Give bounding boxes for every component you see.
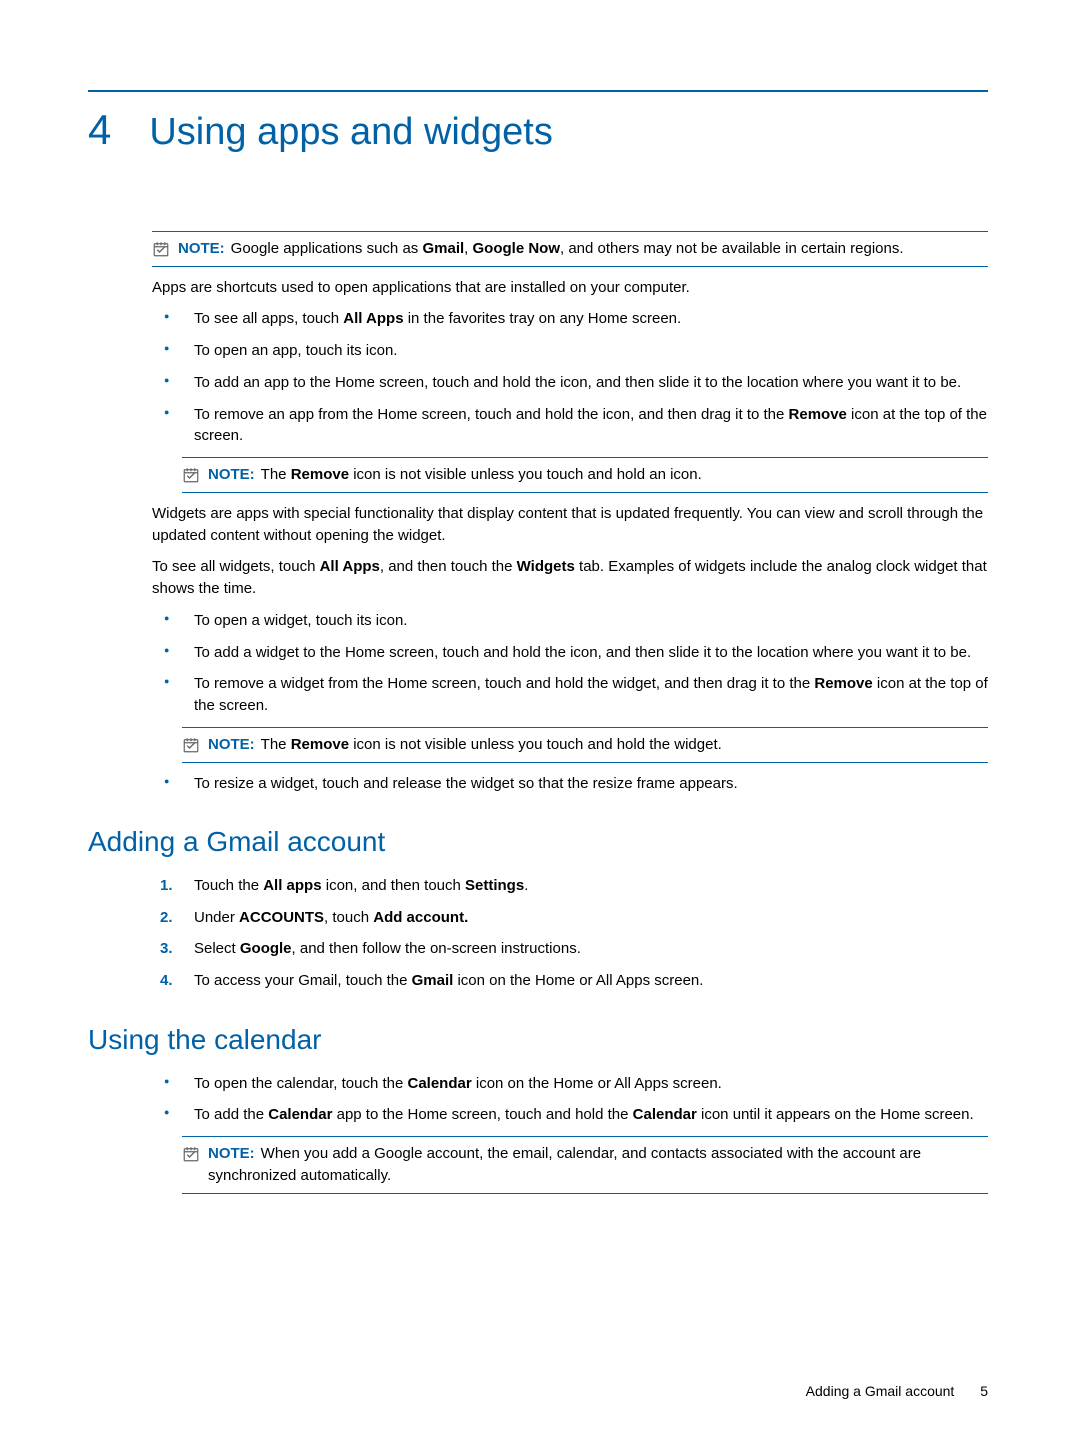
note-text: NOTE: The Remove icon is not visible unle… <box>208 464 988 486</box>
list-item: To open an app, touch its icon. <box>152 340 988 362</box>
para-widgets-intro: Widgets are apps with special functional… <box>152 503 988 547</box>
note-icon <box>152 240 170 258</box>
list-item: Under ACCOUNTS, touch Add account. <box>152 907 988 929</box>
list-item: To access your Gmail, touch the Gmail ic… <box>152 970 988 992</box>
chapter-number: 4 <box>88 100 111 161</box>
section-body-calendar: To open the calendar, touch the Calendar… <box>152 1073 988 1194</box>
footer: Adding a Gmail account 5 <box>806 1381 988 1401</box>
bullets-apps: To see all apps, touch All Apps in the f… <box>152 308 988 447</box>
list-item: To remove a widget from the Home screen,… <box>152 673 988 717</box>
list-item: To open a widget, touch its icon. <box>152 610 988 632</box>
note-icon <box>182 1145 200 1163</box>
note-body: The Remove icon is not visible unless yo… <box>261 466 702 483</box>
page: 4 Using apps and widgets NOTE: Google app… <box>0 0 1080 1437</box>
list-item: To add a widget to the Home screen, touc… <box>152 642 988 664</box>
bullets-widgets-b: To resize a widget, touch and release th… <box>152 773 988 795</box>
note-body: Google applications such as Gmail, Googl… <box>231 240 904 257</box>
footer-section: Adding a Gmail account <box>806 1383 955 1399</box>
section-title-gmail: Adding a Gmail account <box>88 822 988 863</box>
chapter-heading: 4 Using apps and widgets <box>88 100 988 161</box>
note-text: NOTE:When you add a Google account, the … <box>208 1143 988 1187</box>
section-body-gmail: Touch the All apps icon, and then touch … <box>152 875 988 992</box>
bullets-widgets-a: To open a widget, touch its icon. To add … <box>152 610 988 717</box>
section-title-calendar: Using the calendar <box>88 1020 988 1061</box>
note-text: NOTE: Google applications such as Gmail, … <box>178 238 988 260</box>
bullets-calendar: To open the calendar, touch the Calendar… <box>152 1073 988 1127</box>
list-item: Select Google, and then follow the on-sc… <box>152 938 988 960</box>
steps-gmail: Touch the All apps icon, and then touch … <box>152 875 988 992</box>
chapter-rule <box>88 90 988 92</box>
note-label: NOTE: <box>208 1145 255 1162</box>
note-label: NOTE: <box>208 466 255 483</box>
note-body: The Remove icon is not visible unless yo… <box>261 736 722 753</box>
chapter-title: Using apps and widgets <box>149 105 552 160</box>
note-calendar-sync: NOTE:When you add a Google account, the … <box>182 1136 988 1194</box>
list-item: Touch the All apps icon, and then touch … <box>152 875 988 897</box>
note-label: NOTE: <box>178 240 225 257</box>
list-item: To remove an app from the Home screen, t… <box>152 404 988 448</box>
body-content: NOTE: Google applications such as Gmail, … <box>152 231 988 795</box>
list-item: To add the Calendar app to the Home scre… <box>152 1104 988 1126</box>
para-apps-intro: Apps are shortcuts used to open applicat… <box>152 277 988 299</box>
note-icon <box>182 466 200 484</box>
note-remove-widget: NOTE: The Remove icon is not visible unle… <box>182 727 988 763</box>
list-item: To see all apps, touch All Apps in the f… <box>152 308 988 330</box>
para-widgets-seeall: To see all widgets, touch All Apps, and … <box>152 556 988 600</box>
note-label: NOTE: <box>208 736 255 753</box>
note-icon <box>182 736 200 754</box>
note-remove-app: NOTE: The Remove icon is not visible unle… <box>182 457 988 493</box>
list-item: To add an app to the Home screen, touch … <box>152 372 988 394</box>
note-text: NOTE: The Remove icon is not visible unle… <box>208 734 988 756</box>
list-item: To resize a widget, touch and release th… <box>152 773 988 795</box>
note-region-availability: NOTE: Google applications such as Gmail, … <box>152 231 988 267</box>
list-item: To open the calendar, touch the Calendar… <box>152 1073 988 1095</box>
footer-page-number: 5 <box>980 1383 988 1399</box>
note-body: When you add a Google account, the email… <box>208 1145 921 1184</box>
